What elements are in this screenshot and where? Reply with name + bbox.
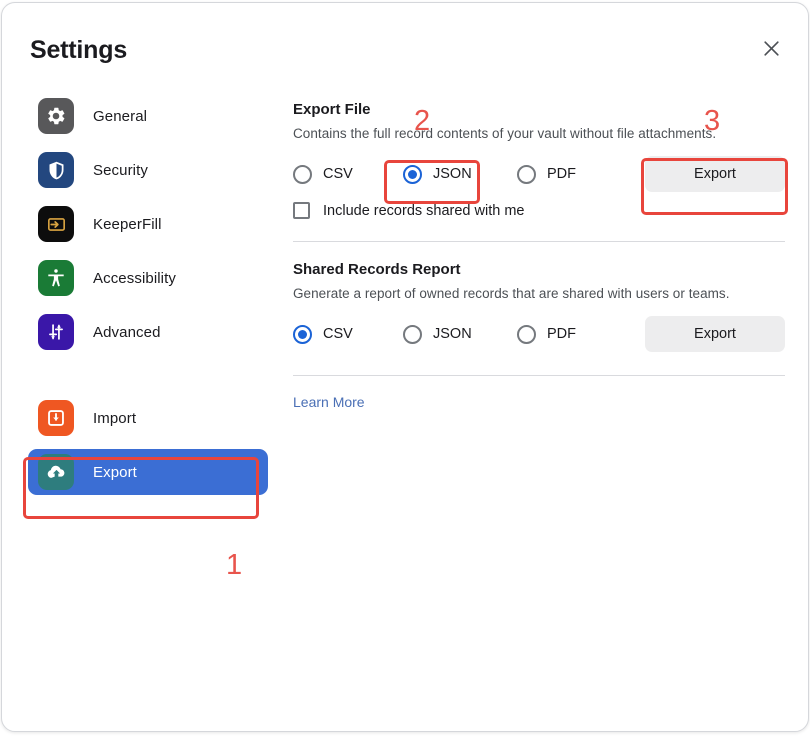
- login-arrow-icon-glyph: [47, 217, 65, 231]
- shared-records-csv-radio[interactable]: CSV: [293, 317, 403, 351]
- radio-circle-icon: [293, 164, 312, 184]
- shared-records-export-button[interactable]: Export: [645, 316, 785, 352]
- shared-records-pdf-radio[interactable]: PDF: [517, 317, 637, 351]
- section-divider: [293, 241, 785, 242]
- gear-icon-glyph: [48, 107, 65, 125]
- shield-icon-glyph: [49, 161, 63, 179]
- radio-label: PDF: [547, 326, 576, 342]
- radio-circle-icon: [517, 324, 536, 344]
- export-file-csv-radio[interactable]: CSV: [293, 157, 403, 191]
- export-file-section: Export File Contains the full record con…: [293, 101, 785, 219]
- sidebar-item-label: KeeperFill: [93, 215, 162, 233]
- sidebar-item-general[interactable]: General: [28, 93, 268, 139]
- export-file-options-row: CSV JSON PDF Export: [293, 156, 785, 192]
- export-file-pdf-radio[interactable]: PDF: [517, 157, 637, 191]
- radio-label: CSV: [323, 166, 353, 182]
- radio-label: PDF: [547, 166, 576, 182]
- export-file-description: Contains the full record contents of you…: [293, 126, 717, 141]
- sidebar-item-label: Export: [93, 463, 137, 481]
- shared-records-report-description: Generate a report of owned records that …: [293, 286, 730, 301]
- page-title: Settings: [30, 36, 128, 64]
- sidebar-divider-gap: [28, 363, 268, 395]
- sidebar-item-export[interactable]: Export: [28, 449, 268, 495]
- export-file-json-radio[interactable]: JSON: [403, 157, 517, 191]
- close-icon-glyph: [763, 40, 779, 56]
- shared-records-report-section: Shared Records Report Generate a report …: [293, 261, 785, 352]
- annotation-number-1: 1: [226, 549, 243, 581]
- accessibility-icon-glyph: [48, 269, 64, 287]
- export-file-title: Export File: [293, 101, 371, 118]
- sidebar: General Security KeeperFill Accessibilit…: [28, 93, 268, 503]
- cloud-upload-icon-glyph: [47, 465, 64, 478]
- gear-icon: [38, 98, 74, 134]
- accessibility-icon: [38, 260, 74, 296]
- shield-icon: [38, 152, 74, 188]
- settings-dialog: Settings General Security KeeperFill Acc…: [1, 2, 809, 732]
- login-arrow-icon: [38, 206, 74, 242]
- radio-circle-icon: [517, 164, 536, 184]
- sliders-icon-glyph: [49, 324, 63, 340]
- radio-circle-selected-icon: [403, 164, 422, 184]
- shared-records-options-row: CSV JSON PDF Export: [293, 316, 785, 352]
- radio-circle-icon: [403, 324, 422, 344]
- radio-circle-selected-icon: [293, 324, 312, 344]
- sidebar-item-label: General: [93, 107, 148, 125]
- learn-more-link[interactable]: Learn More: [293, 394, 365, 410]
- sliders-icon: [38, 314, 74, 350]
- settings-content-panel: Export File Contains the full record con…: [293, 101, 785, 412]
- section-divider-bottom: [293, 375, 785, 376]
- sidebar-item-advanced[interactable]: Advanced: [28, 309, 268, 355]
- sidebar-item-import[interactable]: Import: [28, 395, 268, 441]
- close-icon[interactable]: [755, 32, 787, 64]
- sidebar-item-label: Advanced: [93, 323, 161, 341]
- sidebar-item-security[interactable]: Security: [28, 147, 268, 193]
- shared-records-report-title: Shared Records Report: [293, 261, 461, 278]
- sidebar-item-keeperfill[interactable]: KeeperFill: [28, 201, 268, 247]
- import-download-icon-glyph: [48, 410, 64, 426]
- radio-label: JSON: [433, 166, 472, 182]
- shared-records-json-radio[interactable]: JSON: [403, 317, 517, 351]
- import-download-icon: [38, 400, 74, 436]
- radio-label: CSV: [323, 326, 353, 342]
- radio-label: JSON: [433, 326, 472, 342]
- export-file-include-shared-checkbox[interactable]: Include records shared with me: [293, 202, 785, 219]
- sidebar-item-label: Import: [93, 409, 137, 427]
- checkbox-icon: [293, 202, 310, 219]
- cloud-upload-icon: [38, 454, 74, 490]
- sidebar-item-label: Security: [93, 161, 148, 179]
- checkbox-label: Include records shared with me: [323, 202, 525, 219]
- sidebar-item-label: Accessibility: [93, 269, 176, 287]
- export-file-export-button[interactable]: Export: [645, 156, 785, 192]
- sidebar-item-accessibility[interactable]: Accessibility: [28, 255, 268, 301]
